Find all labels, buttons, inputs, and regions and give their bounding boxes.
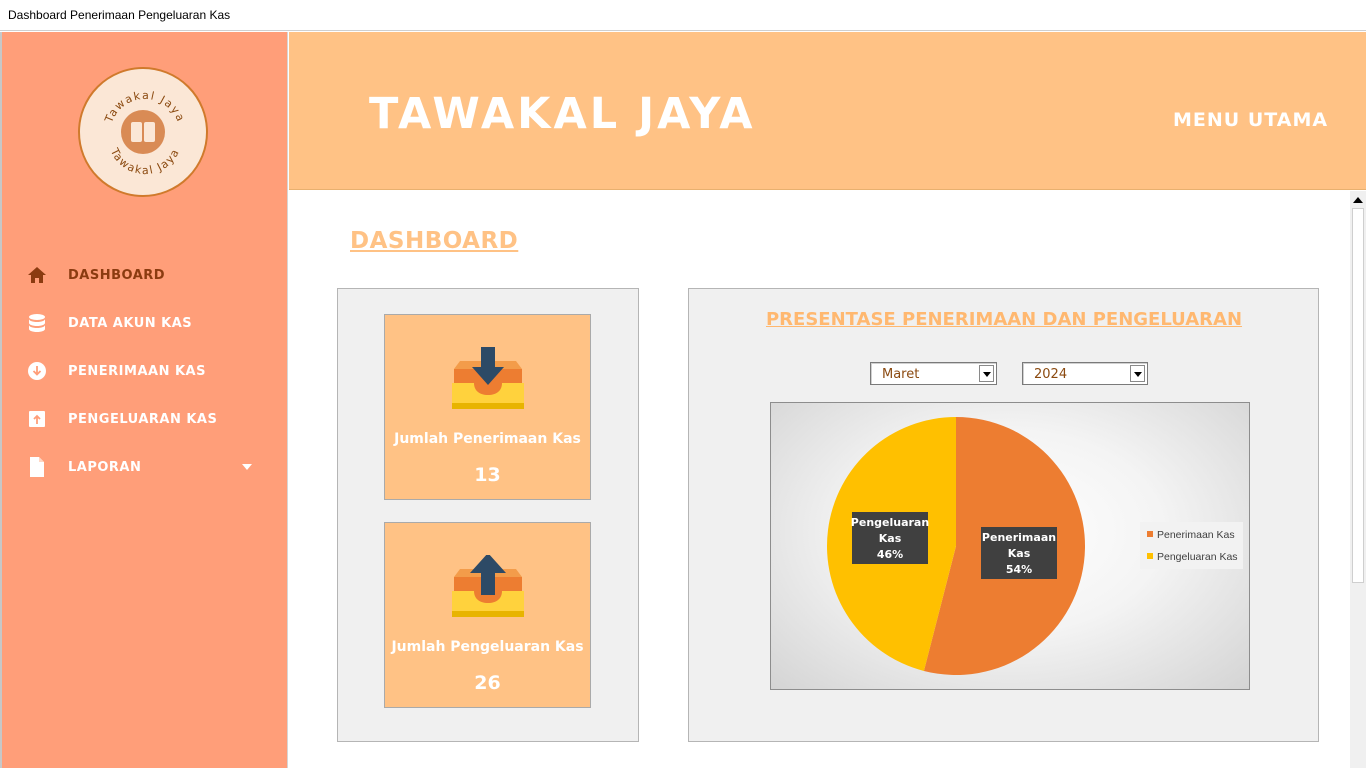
stat-card-pengeluaran[interactable]: Jumlah Pengeluaran Kas 26 <box>384 522 591 708</box>
sidebar-item-label: LAPORAN <box>68 460 142 475</box>
pie-data-label-text: Kas <box>879 532 902 545</box>
stat-label: Jumlah Pengeluaran Kas <box>391 639 584 655</box>
sidebar-item-pengeluaran-kas[interactable]: PENGELUARAN KAS <box>26 404 266 434</box>
month-select[interactable]: Maret <box>870 362 997 385</box>
pie-data-label: Pengeluaran Kas 46% <box>851 512 929 564</box>
sidebar-item-label: PENERIMAAN KAS <box>68 364 206 379</box>
window-title: Dashboard Penerimaan Pengeluaran Kas <box>8 8 231 22</box>
pie-data-label-text: Kas <box>1008 547 1031 560</box>
stat-value: 13 <box>474 464 501 486</box>
arrow-down-circle-icon <box>28 362 46 380</box>
document-icon <box>30 457 44 477</box>
sidebar-item-laporan[interactable]: LAPORAN <box>26 452 266 482</box>
sidebar: Tawakal Jaya Tawakal Jaya DASHBOARD DATA… <box>0 32 288 768</box>
stat-value: 26 <box>474 672 501 694</box>
sidebar-item-label: PENGELUARAN KAS <box>68 412 218 427</box>
sidebar-item-dashboard[interactable]: DASHBOARD <box>26 260 266 290</box>
chevron-down-icon <box>983 372 991 377</box>
logo-emblem <box>121 110 165 154</box>
month-dropdown-button[interactable] <box>979 365 994 382</box>
sidebar-item-data-akun-kas[interactable]: DATA AKUN KAS <box>26 308 266 338</box>
brand-title: TAWAKAL JAYA <box>369 89 756 139</box>
menu-utama-link[interactable]: MENU UTAMA <box>1173 109 1328 131</box>
pie-data-label-text: 46% <box>877 548 903 561</box>
chevron-down-icon[interactable] <box>242 464 252 470</box>
month-select-value: Maret <box>882 367 920 382</box>
pie-chart-area: Penerimaan Kas 54% Pengeluaran Kas 46% Penerim… <box>770 402 1250 690</box>
sidebar-item-label: DATA AKUN KAS <box>68 316 193 331</box>
arrow-up-box-icon <box>29 411 45 427</box>
sidebar-item-penerimaan-kas[interactable]: PENERIMAAN KAS <box>26 356 266 386</box>
sidebar-item-label: DASHBOARD <box>68 268 166 283</box>
chart-panel: PRESENTASE PENERIMAAN DAN PENGELUARAN Ma… <box>688 288 1319 742</box>
inbox-download-icon <box>452 347 524 409</box>
page-title: DASHBOARD <box>350 228 519 254</box>
pie-data-label-text: Pengeluaran <box>851 516 929 529</box>
pie-data-label: Penerimaan Kas 54% <box>981 527 1057 579</box>
stats-panel: Jumlah Penerimaan Kas 13 Jumlah Pengelua… <box>337 288 639 742</box>
legend-label: Pengeluaran Kas <box>1157 551 1238 563</box>
stat-card-penerimaan[interactable]: Jumlah Penerimaan Kas 13 <box>384 314 591 500</box>
header: TAWAKAL JAYA MENU UTAMA <box>289 32 1366 190</box>
scroll-up-arrow-icon[interactable] <box>1353 197 1363 203</box>
window-titlebar: Dashboard Penerimaan Pengeluaran Kas <box>0 0 1366 31</box>
pie-data-label-text: 54% <box>1006 563 1032 576</box>
scrollbar-thumb[interactable] <box>1352 208 1364 583</box>
stat-label: Jumlah Penerimaan Kas <box>394 431 581 447</box>
pie-chart: Penerimaan Kas 54% Pengeluaran Kas 46% Penerim… <box>827 417 1243 675</box>
company-logo: Tawakal Jaya Tawakal Jaya <box>78 67 208 197</box>
vertical-scrollbar[interactable] <box>1350 191 1366 768</box>
legend-swatch <box>1147 531 1153 537</box>
chart-title: PRESENTASE PENERIMAAN DAN PENGELUARAN <box>765 309 1243 330</box>
chart-legend: Penerimaan Kas Pengeluaran Kas <box>1140 522 1243 569</box>
legend-swatch <box>1147 553 1153 559</box>
pie-data-label-text: Penerimaan <box>982 531 1056 544</box>
legend-label: Penerimaan Kas <box>1157 529 1235 541</box>
year-select-value: 2024 <box>1034 367 1068 382</box>
home-icon <box>28 267 46 283</box>
inbox-upload-icon <box>452 555 524 617</box>
year-select[interactable]: 2024 <box>1022 362 1148 385</box>
chevron-down-icon <box>1134 372 1142 377</box>
year-dropdown-button[interactable] <box>1130 365 1145 382</box>
database-icon <box>29 314 45 332</box>
